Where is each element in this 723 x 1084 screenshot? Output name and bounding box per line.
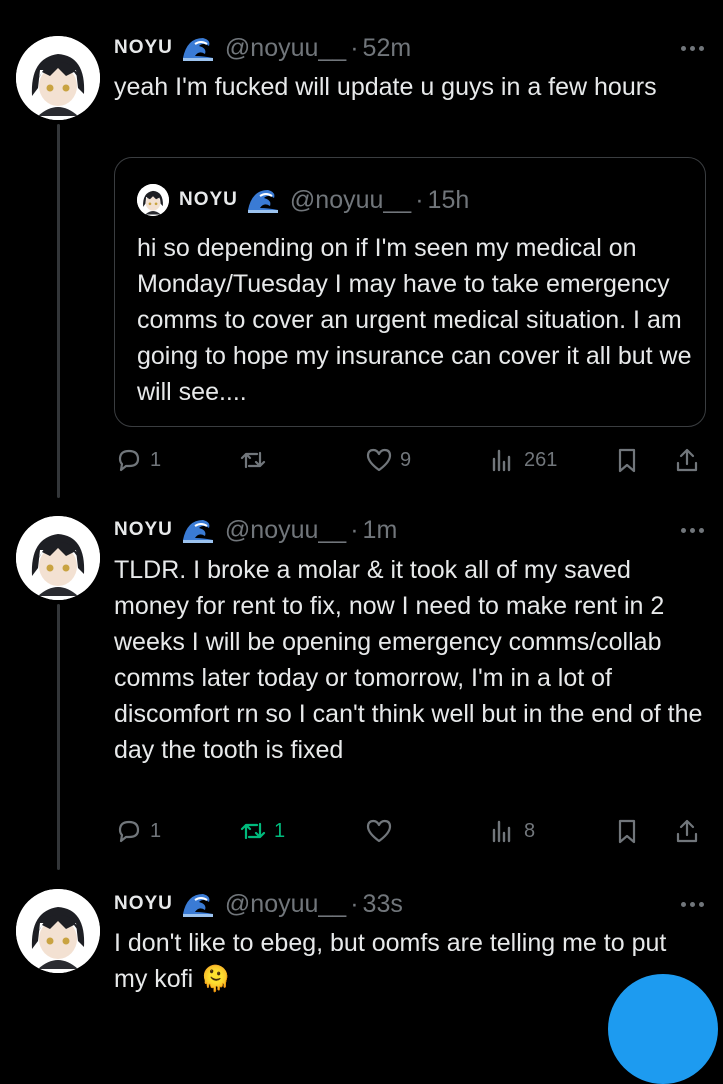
post-time[interactable]: 52m xyxy=(363,34,412,63)
quoted-post-time: 15h xyxy=(427,185,470,214)
avatar[interactable] xyxy=(16,36,100,120)
heart-icon xyxy=(366,448,392,472)
bookmark-icon xyxy=(618,448,636,473)
post-time[interactable]: 33s xyxy=(363,890,403,919)
quoted-post-text: hi so depending on if I'm seen my medica… xyxy=(137,234,692,406)
bookmark-button[interactable] xyxy=(612,442,642,478)
reply-button[interactable]: 1 xyxy=(114,442,161,478)
avatar[interactable] xyxy=(16,889,100,973)
quoted-user-handle: @noyuu__ xyxy=(289,185,412,214)
bookmark-button[interactable] xyxy=(612,813,642,849)
thread-line xyxy=(57,604,60,870)
post-header: NOYU @noyuu__ · 33s xyxy=(114,889,403,919)
like-button[interactable]: 9 xyxy=(364,442,411,478)
like-count: 9 xyxy=(400,448,412,471)
repost-button[interactable]: 1 xyxy=(238,813,285,849)
post-text: TLDR. I broke a molar & it took all of m… xyxy=(114,556,703,764)
views-icon xyxy=(492,449,511,472)
separator-dot: · xyxy=(350,33,359,62)
reply-icon xyxy=(118,820,140,843)
avatar[interactable] xyxy=(16,516,100,600)
quoted-post-header: NOYU @noyuu__ · 15h xyxy=(137,184,469,216)
wave-icon xyxy=(246,186,280,214)
bookmark-icon xyxy=(618,819,636,844)
repost-button[interactable] xyxy=(238,442,274,478)
reply-count: 1 xyxy=(150,448,162,471)
repost-icon xyxy=(240,822,266,840)
wave-icon xyxy=(181,34,215,62)
view-count: 8 xyxy=(524,819,536,842)
more-options-icon[interactable] xyxy=(679,899,705,909)
thread-line xyxy=(57,124,60,498)
separator-dot: · xyxy=(350,515,359,544)
heart-icon xyxy=(366,819,392,843)
post-header: NOYU @noyuu__ · 52m xyxy=(114,33,411,63)
avatar-image xyxy=(16,516,100,600)
display-name[interactable]: NOYU xyxy=(114,519,173,541)
avatar-image xyxy=(16,36,100,120)
display-name[interactable]: NOYU xyxy=(114,893,173,915)
views-icon xyxy=(492,820,511,843)
quoted-post[interactable]: NOYU @noyuu__ · 15h hi so depending on i… xyxy=(114,157,706,427)
user-handle[interactable]: @noyuu__ xyxy=(225,890,346,919)
quoted-avatar xyxy=(137,184,169,216)
avatar-image xyxy=(16,889,100,973)
repost-icon xyxy=(240,451,266,469)
quoted-display-name: NOYU xyxy=(179,189,238,210)
share-button[interactable] xyxy=(672,813,702,849)
separator-dot: · xyxy=(350,889,359,918)
action-bar: 1 1 8 xyxy=(114,813,704,849)
repost-count: 1 xyxy=(274,819,286,842)
views-button[interactable]: 261 xyxy=(488,442,557,478)
more-options-icon[interactable] xyxy=(679,43,705,53)
post-time[interactable]: 1m xyxy=(363,516,398,545)
reply-count: 1 xyxy=(150,819,162,842)
share-icon xyxy=(676,819,698,843)
more-options-icon[interactable] xyxy=(679,525,705,535)
user-handle[interactable]: @noyuu__ xyxy=(225,34,346,63)
reply-button[interactable]: 1 xyxy=(114,813,161,849)
view-count: 261 xyxy=(524,448,558,471)
action-bar: 1 9 261 xyxy=(114,442,704,478)
share-button[interactable] xyxy=(672,442,702,478)
display-name[interactable]: NOYU xyxy=(114,37,173,59)
user-handle[interactable]: @noyuu__ xyxy=(225,516,346,545)
reply-icon xyxy=(118,449,140,472)
post-text: I don't like to ebeg, but oomfs are tell… xyxy=(114,929,667,993)
compose-button[interactable] xyxy=(608,974,718,1084)
like-button[interactable] xyxy=(364,813,400,849)
wave-icon xyxy=(181,890,215,918)
share-icon xyxy=(676,448,698,472)
post-text: yeah I'm fucked will update u guys in a … xyxy=(114,73,657,101)
wave-icon xyxy=(181,516,215,544)
views-button[interactable]: 8 xyxy=(488,813,535,849)
post-header: NOYU @noyuu__ · 1m xyxy=(114,515,397,545)
separator-dot: · xyxy=(415,185,424,214)
